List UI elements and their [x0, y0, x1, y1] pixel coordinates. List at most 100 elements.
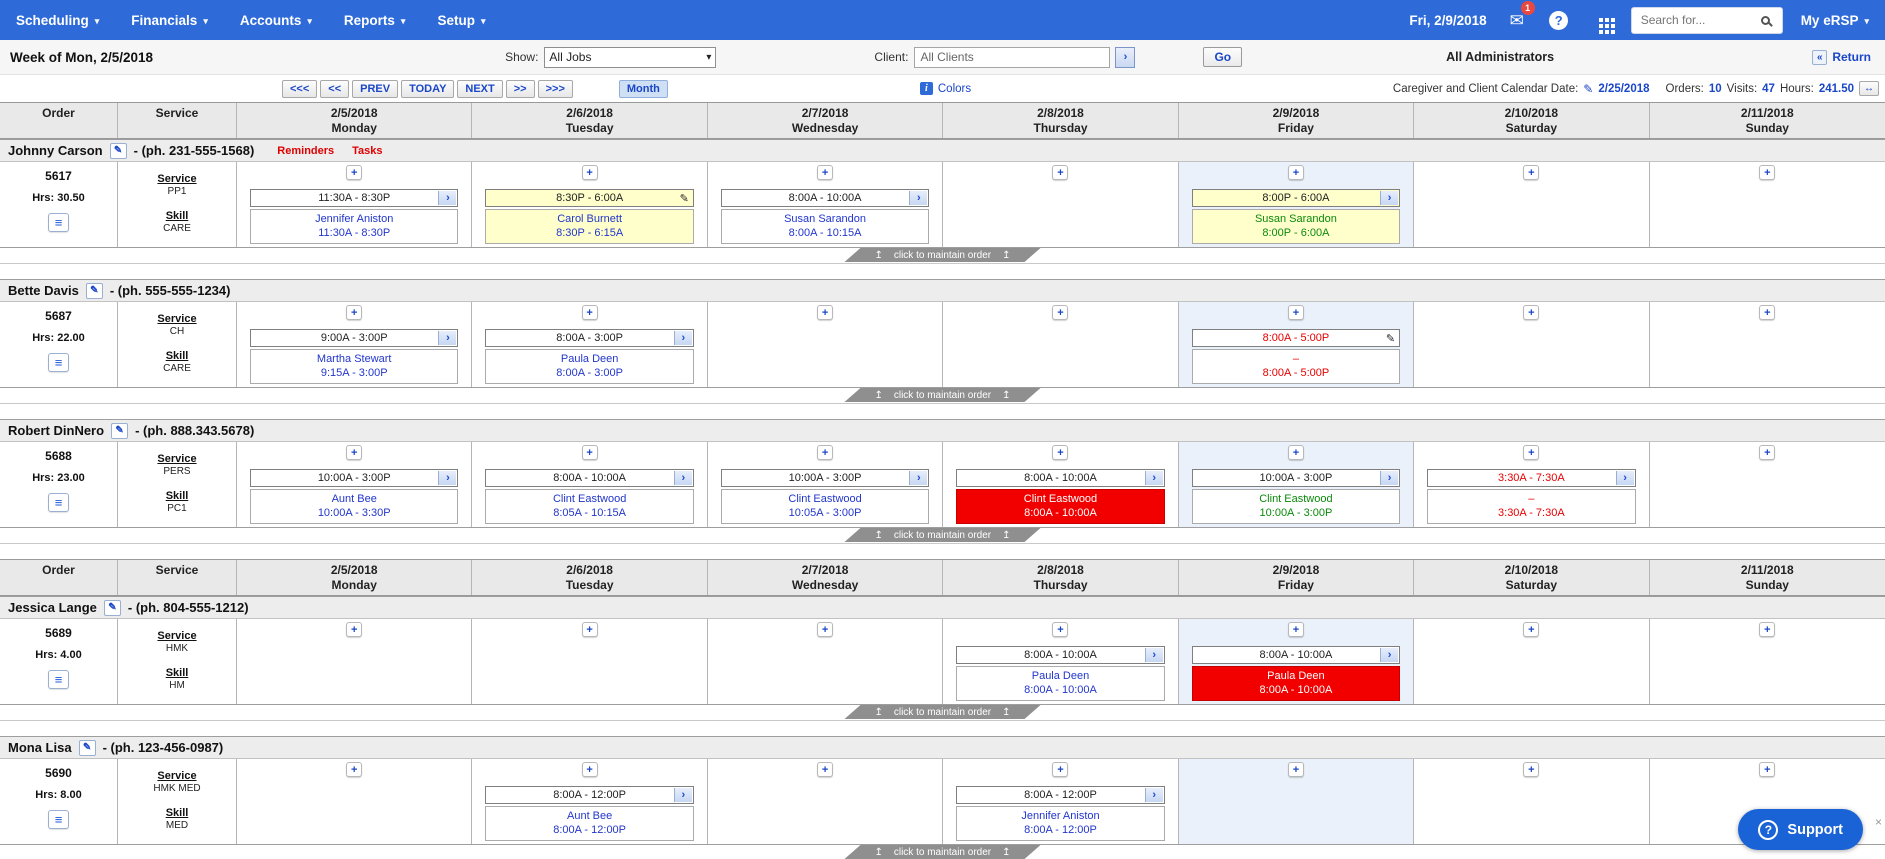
shift-time-box[interactable]: 8:00P - 6:00A › — [1191, 189, 1401, 207]
shift-caregiver-box[interactable]: Paula Deen 8:00A - 3:00P — [485, 349, 694, 384]
add-shift-button[interactable]: + — [346, 165, 363, 180]
shift-time-box[interactable]: 8:00A - 12:00P › — [956, 786, 1165, 804]
shift-caregiver-box[interactable]: Jennifer Aniston 11:30A - 8:30P — [250, 209, 459, 244]
client-lookup-button[interactable]: › — [1115, 46, 1136, 68]
paging-button-3[interactable]: TODAY — [401, 79, 455, 98]
shift-detail-arrow-button[interactable]: › — [1380, 648, 1399, 662]
add-shift-button[interactable]: + — [817, 165, 834, 180]
search-button[interactable] — [1749, 7, 1782, 33]
shift-caregiver-box[interactable]: Clint Eastwood 8:05A - 10:15A — [485, 489, 694, 524]
shift-detail-arrow-button[interactable]: › — [673, 788, 692, 802]
shift-caregiver-box[interactable]: Paula Deen 8:00A - 10:00A — [956, 666, 1165, 701]
add-shift-button[interactable]: + — [1052, 305, 1069, 320]
add-shift-button[interactable]: + — [1287, 165, 1304, 180]
shift-time-box[interactable]: 8:00A - 3:00P › — [485, 329, 694, 347]
my-ersp-menu[interactable]: My eRSP ▾ — [1801, 13, 1869, 28]
add-shift-button[interactable]: + — [1287, 762, 1304, 777]
shift-detail-arrow-button[interactable]: › — [909, 191, 928, 205]
shift-caregiver-box[interactable]: Aunt Bee 10:00A - 3:30P — [250, 489, 459, 524]
add-shift-button[interactable]: + — [817, 762, 834, 777]
help-button[interactable]: ? — [1547, 8, 1571, 32]
add-shift-button[interactable]: + — [1052, 445, 1069, 460]
add-shift-button[interactable]: + — [581, 305, 598, 320]
edit-client-button[interactable]: ✎ — [85, 282, 103, 299]
shift-detail-arrow-button[interactable]: › — [438, 331, 457, 345]
shift-time-box[interactable]: 10:00A - 3:00P › — [250, 469, 459, 487]
shift-detail-arrow-button[interactable]: › — [673, 471, 692, 485]
resize-button[interactable]: ↔ — [1859, 81, 1879, 96]
edit-client-button[interactable]: ✎ — [103, 599, 121, 616]
nav-menu-financials[interactable]: Financials ▾ — [131, 13, 208, 28]
shift-time-box[interactable]: 8:00A - 10:00A › — [1191, 646, 1401, 664]
shift-caregiver-box[interactable]: Aunt Bee 8:00A - 12:00P — [485, 806, 694, 841]
support-button[interactable]: ? Support — [1738, 809, 1863, 850]
add-shift-button[interactable]: + — [1052, 622, 1069, 637]
shift-detail-arrow-button[interactable]: › — [1380, 471, 1399, 485]
paging-button-6[interactable]: >>> — [537, 79, 573, 98]
shift-time-box[interactable]: 10:00A - 3:00P › — [720, 469, 930, 487]
edit-client-button[interactable]: ✎ — [78, 739, 96, 756]
shift-detail-arrow-button[interactable]: › — [1380, 191, 1399, 205]
maintain-order-button[interactable]: ↥ click to maintain order ↥ — [844, 705, 1040, 719]
shift-time-box[interactable]: 8:00A - 10:00A › — [956, 469, 1165, 487]
maintain-order-button[interactable]: ↥ click to maintain order ↥ — [844, 388, 1040, 402]
shift-detail-arrow-button[interactable]: › — [1144, 648, 1163, 662]
order-menu-button[interactable]: ≡ — [48, 213, 69, 232]
shift-caregiver-box[interactable]: – 8:00A - 5:00P — [1191, 349, 1401, 384]
maintain-order-button[interactable]: ↥ click to maintain order ↥ — [844, 845, 1040, 859]
add-shift-button[interactable]: + — [1287, 622, 1304, 637]
shift-detail-arrow-button[interactable]: › — [438, 471, 457, 485]
colors-link[interactable]: Colors — [938, 83, 971, 95]
add-shift-button[interactable]: + — [1523, 165, 1540, 180]
shift-edit-pencil-icon[interactable]: ✎ — [680, 191, 689, 208]
shift-caregiver-box[interactable]: Clint Eastwood 10:05A - 3:00P — [720, 489, 930, 524]
shift-caregiver-box[interactable]: Paula Deen 8:00A - 10:00A — [1191, 666, 1401, 701]
add-shift-button[interactable]: + — [1759, 762, 1776, 777]
caldate-value[interactable]: 2/25/2018 — [1598, 83, 1649, 95]
add-shift-button[interactable]: + — [1523, 762, 1540, 777]
add-shift-button[interactable]: + — [817, 305, 834, 320]
nav-menu-scheduling[interactable]: Scheduling ▾ — [16, 13, 99, 28]
add-shift-button[interactable]: + — [346, 622, 363, 637]
order-menu-button[interactable]: ≡ — [48, 353, 69, 372]
shift-caregiver-box[interactable]: – 3:30A - 7:30A — [1427, 489, 1636, 524]
shift-caregiver-box[interactable]: Susan Sarandon 8:00P - 6:00A — [1191, 209, 1401, 244]
paging-button-1[interactable]: << — [320, 79, 350, 98]
client-input[interactable]: All Clients — [914, 46, 1111, 68]
add-shift-button[interactable]: + — [1052, 165, 1069, 180]
add-shift-button[interactable]: + — [1759, 305, 1776, 320]
add-shift-button[interactable]: + — [1759, 445, 1776, 460]
nav-menu-setup[interactable]: Setup ▾ — [437, 13, 485, 28]
shift-detail-arrow-button[interactable]: › — [909, 471, 928, 485]
client-link-reminders[interactable]: Reminders — [277, 145, 334, 157]
shift-time-box[interactable]: 8:00A - 10:00A › — [720, 189, 930, 207]
order-menu-button[interactable]: ≡ — [48, 493, 69, 512]
pencil-icon[interactable]: ✎ — [1583, 82, 1593, 96]
maintain-order-button[interactable]: ↥ click to maintain order ↥ — [844, 528, 1040, 542]
shift-time-box[interactable]: 8:00A - 12:00P › — [485, 786, 694, 804]
shift-time-box[interactable]: 3:30A - 7:30A › — [1427, 469, 1636, 487]
shift-time-box[interactable]: 8:00A - 5:00P ✎ — [1191, 329, 1401, 348]
add-shift-button[interactable]: + — [817, 445, 834, 460]
shift-detail-arrow-button[interactable]: › — [1144, 471, 1163, 485]
paging-button-0[interactable]: <<< — [282, 79, 318, 98]
mail-button[interactable]: ✉ 1 — [1505, 1, 1535, 32]
shift-time-box[interactable]: 8:30P - 6:00A ✎ — [485, 189, 694, 208]
add-shift-button[interactable]: + — [581, 165, 598, 180]
shift-caregiver-box[interactable]: Jennifer Aniston 8:00A - 12:00P — [956, 806, 1165, 841]
add-shift-button[interactable]: + — [1523, 622, 1540, 637]
add-shift-button[interactable]: + — [346, 305, 363, 320]
shift-caregiver-box[interactable]: Clint Eastwood 8:00A - 10:00A — [956, 489, 1165, 524]
shift-edit-pencil-icon[interactable]: ✎ — [1386, 331, 1395, 348]
edit-client-button[interactable]: ✎ — [111, 422, 129, 439]
shift-detail-arrow-button[interactable]: › — [1615, 471, 1634, 485]
shift-caregiver-box[interactable]: Clint Eastwood 10:00A - 3:00P — [1191, 489, 1401, 524]
shift-time-box[interactable]: 10:00A - 3:00P › — [1191, 469, 1401, 487]
paging-button-2[interactable]: PREV — [352, 79, 399, 98]
maintain-order-button[interactable]: ↥ click to maintain order ↥ — [844, 248, 1040, 262]
order-menu-button[interactable]: ≡ — [48, 810, 69, 829]
add-shift-button[interactable]: + — [1759, 165, 1776, 180]
shift-time-box[interactable]: 9:00A - 3:00P › — [250, 329, 459, 347]
add-shift-button[interactable]: + — [1523, 305, 1540, 320]
add-shift-button[interactable]: + — [817, 622, 834, 637]
